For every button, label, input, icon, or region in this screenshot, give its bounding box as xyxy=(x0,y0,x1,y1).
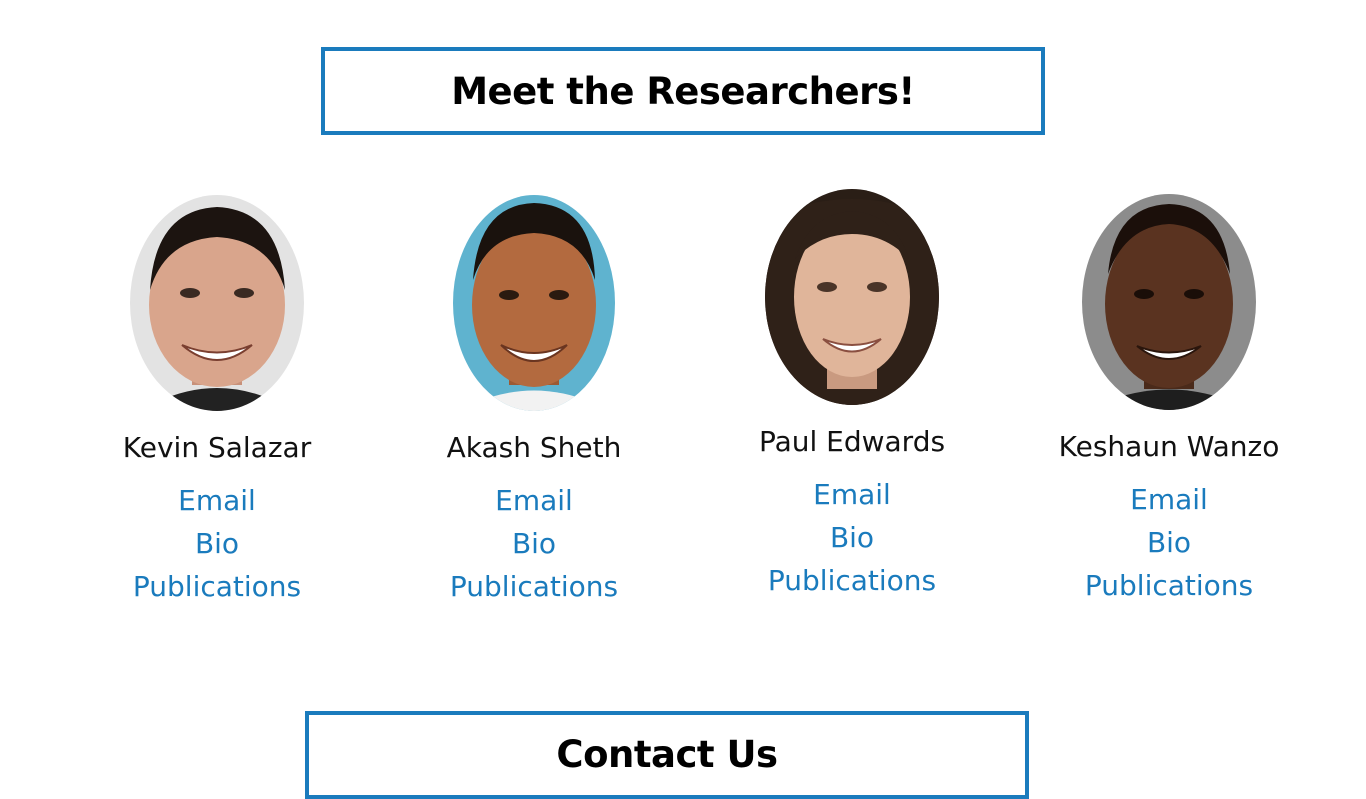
portrait-image xyxy=(1082,194,1256,410)
bio-link[interactable]: Bio xyxy=(1019,521,1319,564)
meet-researchers-header-box: Meet the Researchers! xyxy=(321,47,1045,135)
portrait-image xyxy=(765,189,939,405)
researcher-name: Kevin Salazar xyxy=(122,431,312,464)
email-link[interactable]: Email xyxy=(1019,478,1319,521)
contact-title: Contact Us xyxy=(556,733,778,776)
bio-link[interactable]: Bio xyxy=(702,516,1002,559)
researcher-name: Keshaun Wanzo xyxy=(1058,430,1280,463)
researcher-photo xyxy=(765,189,939,405)
researcher-card: Akash Sheth Email Bio Publications xyxy=(384,195,684,608)
email-link[interactable]: Email xyxy=(67,479,367,522)
researcher-card: Keshaun Wanzo Email Bio Publications xyxy=(1019,194,1319,607)
researcher-photo xyxy=(130,195,304,411)
publications-link[interactable]: Publications xyxy=(384,565,684,608)
researcher-card: Kevin Salazar Email Bio Publications xyxy=(67,195,367,608)
email-link[interactable]: Email xyxy=(702,473,1002,516)
portrait-image xyxy=(130,195,304,411)
researcher-name: Paul Edwards xyxy=(758,425,946,458)
researcher-card: Paul Edwards Email Bio Publications xyxy=(702,189,1002,602)
email-link[interactable]: Email xyxy=(384,479,684,522)
publications-link[interactable]: Publications xyxy=(67,565,367,608)
portrait-image xyxy=(453,195,615,411)
researcher-photo xyxy=(1082,194,1256,410)
bio-link[interactable]: Bio xyxy=(384,522,684,565)
bio-link[interactable]: Bio xyxy=(67,522,367,565)
page-title: Meet the Researchers! xyxy=(451,69,915,113)
researcher-name: Akash Sheth xyxy=(446,431,622,464)
contact-us-header-box: Contact Us xyxy=(305,711,1029,799)
publications-link[interactable]: Publications xyxy=(702,559,1002,602)
publications-link[interactable]: Publications xyxy=(1019,564,1319,607)
researcher-photo xyxy=(453,195,615,411)
